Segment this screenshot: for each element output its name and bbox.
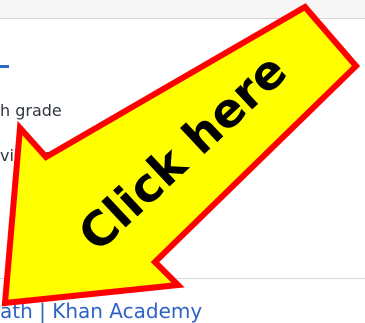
click-here-arrow[interactable]: Click here xyxy=(0,0,365,319)
